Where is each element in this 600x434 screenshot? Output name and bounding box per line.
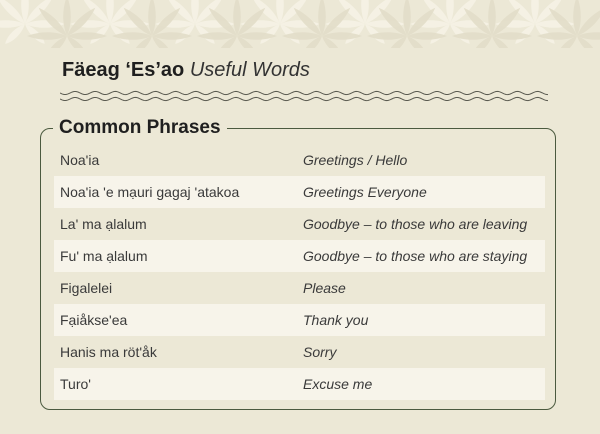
phrase-meaning: Goodbye – to those who are staying: [303, 248, 528, 264]
page-title: Fäeag ‘Es’ao Useful Words: [62, 59, 310, 82]
phrase-meaning: Please: [303, 280, 346, 296]
section-title: Common Phrases: [53, 117, 227, 139]
flower-pattern-banner-icon: [0, 0, 600, 48]
phrase-meaning: Greetings / Hello: [303, 152, 408, 168]
table-row: La' ma ạlalum Goodbye – to those who are …: [54, 208, 545, 240]
phrase-meaning: Greetings Everyone: [303, 184, 427, 200]
phrase-term: Fu' ma ạlalum: [60, 248, 148, 264]
page-title-italic: Useful Words: [189, 59, 310, 81]
phrase-meaning: Sorry: [303, 344, 337, 360]
table-row: Fu' ma ạlalum Goodbye – to those who are …: [54, 240, 545, 272]
table-row: Fạiåkse'ea Thank you: [54, 304, 545, 336]
phrase-term: Hanis ma röt'åk: [60, 344, 157, 360]
phrase-meaning: Excuse me: [303, 376, 373, 392]
common-phrases-section: Common Phrases Noa'ia Greetings / Hello No…: [40, 117, 556, 410]
page-title-bold: Fäeag ‘Es’ao: [62, 59, 185, 81]
table-row: Noa'ia 'e mạuri gagaj 'atakoa Greetings E…: [54, 176, 545, 208]
table-row: Figalelei Please: [54, 272, 545, 304]
wave-divider-icon: [60, 90, 548, 102]
phrase-term: Noa'ia 'e mạuri gagaj 'atakoa: [60, 184, 240, 200]
phrases-table: Noa'ia Greetings / Hello Noa'ia 'e mạuri g…: [54, 144, 545, 400]
phrase-meaning: Thank you: [303, 312, 369, 328]
phrase-term: Turo': [60, 376, 91, 392]
phrase-term: Noa'ia: [60, 152, 100, 168]
phrase-term: Figalelei: [60, 280, 113, 296]
table-row: Noa'ia Greetings / Hello: [54, 144, 545, 176]
phrase-term: Fạiåkse'ea: [60, 312, 128, 328]
table-row: Turo' Excuse me: [54, 368, 545, 400]
phrase-meaning: Goodbye – to those who are leaving: [303, 216, 528, 232]
phrase-term: La' ma ạlalum: [60, 216, 147, 232]
table-row: Hanis ma röt'åk Sorry: [54, 336, 545, 368]
